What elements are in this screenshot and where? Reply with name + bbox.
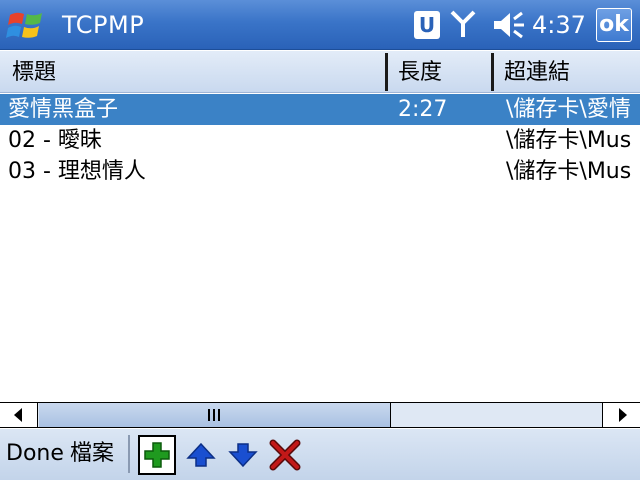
row-length bbox=[398, 156, 492, 187]
toolbar-divider bbox=[128, 435, 130, 473]
x-icon bbox=[269, 439, 301, 471]
antenna-icon[interactable] bbox=[450, 9, 476, 39]
app-title: TCPMP bbox=[62, 11, 145, 39]
row-title: 愛情黑盒子 bbox=[8, 97, 119, 122]
arrow-down-icon bbox=[228, 443, 258, 468]
playlist-row[interactable]: 03 - 理想情人 \儲存卡\Mus bbox=[0, 156, 640, 187]
u-badge-icon[interactable]: U bbox=[414, 11, 440, 39]
done-menu[interactable]: Done bbox=[6, 439, 64, 469]
clock[interactable]: 4:37 bbox=[532, 10, 586, 40]
title-bar: TCPMP U 4:37 ok bbox=[0, 0, 640, 50]
row-link: \儲存卡\Mus bbox=[506, 128, 632, 153]
move-down-button[interactable] bbox=[224, 435, 262, 475]
column-header-length[interactable]: 長度 bbox=[386, 51, 492, 93]
scroll-left-button[interactable] bbox=[0, 403, 38, 427]
bottom-toolbar: Done 檔案 bbox=[0, 429, 640, 480]
ok-button[interactable]: ok bbox=[596, 8, 632, 42]
windows-flag-icon[interactable] bbox=[6, 7, 46, 43]
row-title: 03 - 理想情人 bbox=[8, 159, 146, 184]
column-header-title[interactable]: 標題 bbox=[0, 51, 386, 93]
row-length bbox=[398, 125, 492, 156]
row-link: \儲存卡\愛情 bbox=[506, 97, 631, 122]
horizontal-scrollbar[interactable] bbox=[0, 402, 640, 428]
column-header-link[interactable]: 超連結 bbox=[492, 51, 640, 93]
playlist-row[interactable]: 愛情黑盒子 2:27 \儲存卡\愛情 bbox=[0, 94, 640, 125]
row-link: \儲存卡\Mus bbox=[506, 159, 632, 184]
scroll-thumb[interactable] bbox=[39, 403, 391, 427]
delete-button[interactable] bbox=[266, 435, 304, 475]
plus-icon bbox=[144, 442, 170, 468]
column-header: 標題 長度 超連結 bbox=[0, 51, 640, 93]
triangle-right-icon bbox=[619, 408, 627, 422]
grip-icon bbox=[208, 409, 220, 421]
add-button[interactable] bbox=[138, 435, 176, 475]
playlist-row[interactable]: 02 - 曖昧 \儲存卡\Mus bbox=[0, 125, 640, 156]
speaker-icon[interactable] bbox=[492, 10, 526, 40]
playlist: 愛情黑盒子 2:27 \儲存卡\愛情 02 - 曖昧 \儲存卡\Mus 03 -… bbox=[0, 94, 640, 402]
arrow-up-icon bbox=[186, 442, 216, 467]
row-title: 02 - 曖昧 bbox=[8, 128, 102, 153]
row-length: 2:27 bbox=[398, 97, 448, 122]
triangle-left-icon bbox=[14, 408, 22, 422]
scroll-right-button[interactable] bbox=[602, 403, 640, 427]
move-up-button[interactable] bbox=[182, 435, 220, 475]
file-menu[interactable]: 檔案 bbox=[70, 439, 114, 469]
